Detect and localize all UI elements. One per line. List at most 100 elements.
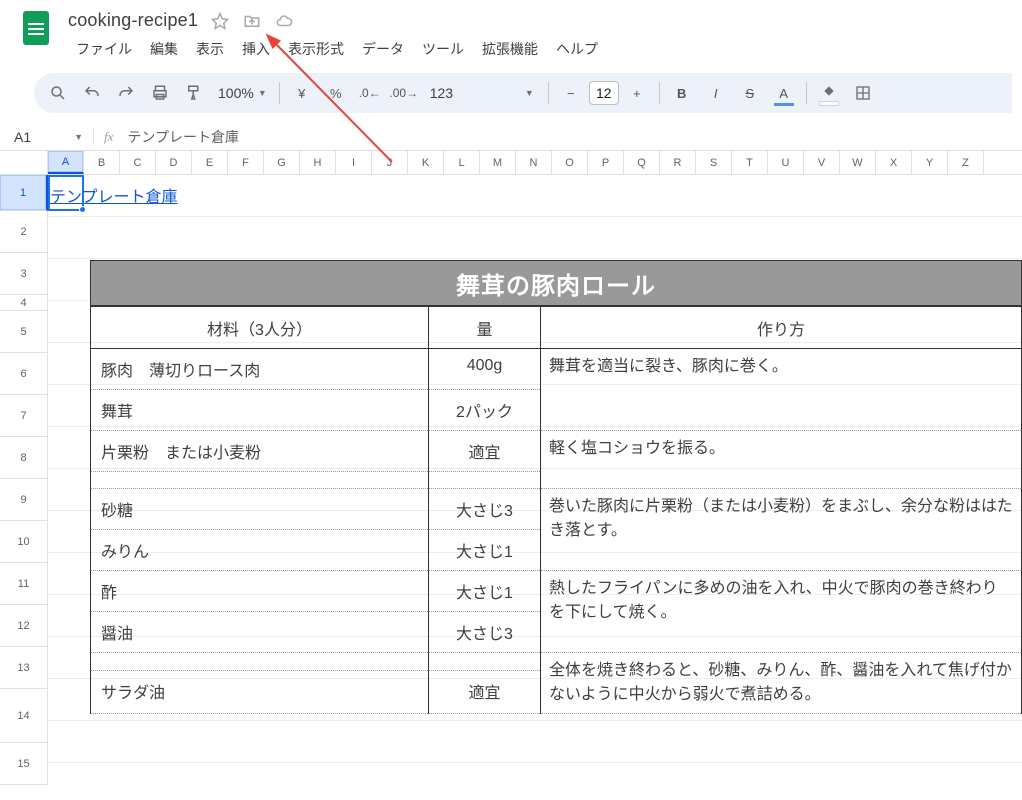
- cells-area[interactable]: テンプレート倉庫 舞茸の豚肉ロール 材料（3人分） 量 作り方 豚肉 薄切りロー…: [48, 175, 1022, 785]
- row-7[interactable]: 7: [0, 395, 48, 437]
- row-1[interactable]: 1: [0, 175, 48, 211]
- col-X[interactable]: X: [876, 151, 912, 174]
- cloud-status-icon[interactable]: [274, 11, 294, 31]
- formula-bar-row: A1▼ fx テンプレート倉庫: [0, 123, 1022, 151]
- increase-decimal-icon[interactable]: .00→: [388, 78, 420, 108]
- row-5[interactable]: 5: [0, 311, 48, 353]
- col-J[interactable]: J: [372, 151, 408, 174]
- fill-color-icon[interactable]: [813, 78, 845, 108]
- col-D[interactable]: D: [156, 151, 192, 174]
- col-E[interactable]: E: [192, 151, 228, 174]
- row-6[interactable]: 6: [0, 353, 48, 395]
- row-12[interactable]: 12: [0, 605, 48, 647]
- col-P[interactable]: P: [588, 151, 624, 174]
- strikethrough-icon[interactable]: S: [734, 78, 766, 108]
- row-8[interactable]: 8: [0, 437, 48, 479]
- percent-icon[interactable]: %: [320, 78, 352, 108]
- menu-format[interactable]: 表示形式: [280, 35, 352, 63]
- document-title[interactable]: cooking-recipe1: [68, 10, 198, 31]
- undo-icon[interactable]: [76, 78, 108, 108]
- fx-icon: fx: [94, 129, 123, 145]
- row-2[interactable]: 2: [0, 211, 48, 253]
- col-S[interactable]: S: [696, 151, 732, 174]
- recipe-row: 酢大さじ1熱したフライパンに多めの油を入れ、中火で豚肉の巻き終わりを下にして焼く…: [91, 571, 1022, 612]
- col-L[interactable]: L: [444, 151, 480, 174]
- row-9[interactable]: 9: [0, 479, 48, 521]
- decrease-decimal-icon[interactable]: .0←: [354, 78, 386, 108]
- recipe-row: 豚肉 薄切りロース肉400g舞茸を適当に裂き、豚肉に巻く。: [91, 349, 1022, 390]
- title-area: cooking-recipe1 ファイル 編集 表示 挿入 表示形式 データ ツ…: [68, 8, 1006, 63]
- col-V[interactable]: V: [804, 151, 840, 174]
- row-4[interactable]: 4: [0, 295, 48, 311]
- row-14[interactable]: 14: [0, 689, 48, 743]
- col-A[interactable]: A: [48, 151, 84, 174]
- name-box-value: A1: [14, 129, 31, 145]
- text-color-icon[interactable]: A: [768, 78, 800, 108]
- col-T[interactable]: T: [732, 151, 768, 174]
- col-N[interactable]: N: [516, 151, 552, 174]
- row-15[interactable]: 15: [0, 743, 48, 785]
- sheets-logo[interactable]: [16, 8, 56, 48]
- col-F[interactable]: F: [228, 151, 264, 174]
- header-instructions: 作り方: [541, 307, 1022, 349]
- font-size-decrease-icon[interactable]: −: [555, 78, 587, 108]
- move-folder-icon[interactable]: [242, 11, 262, 31]
- menu-data[interactable]: データ: [354, 35, 412, 63]
- star-icon[interactable]: [210, 11, 230, 31]
- row-11[interactable]: 11: [0, 563, 48, 605]
- formula-input[interactable]: テンプレート倉庫: [123, 127, 1022, 147]
- menu-insert[interactable]: 挿入: [234, 35, 278, 63]
- row-headers: 1 2 3 4 5 6 7 8 9 10 11 12 13 14 15: [0, 175, 48, 785]
- name-box[interactable]: A1▼: [0, 129, 94, 145]
- menu-edit[interactable]: 編集: [142, 35, 186, 63]
- currency-yen-icon[interactable]: ¥: [286, 78, 318, 108]
- recipe-title: 舞茸の豚肉ロール: [90, 260, 1022, 306]
- col-W[interactable]: W: [840, 151, 876, 174]
- print-icon[interactable]: [144, 78, 176, 108]
- row-3[interactable]: 3: [0, 253, 48, 295]
- col-Z[interactable]: Z: [948, 151, 984, 174]
- col-U[interactable]: U: [768, 151, 804, 174]
- bold-icon[interactable]: B: [666, 78, 698, 108]
- menu-tools[interactable]: ツール: [414, 35, 472, 63]
- redo-icon[interactable]: [110, 78, 142, 108]
- col-B[interactable]: B: [84, 151, 120, 174]
- col-K[interactable]: K: [408, 151, 444, 174]
- number-format-value: 123: [430, 85, 453, 101]
- col-G[interactable]: G: [264, 151, 300, 174]
- col-R[interactable]: R: [660, 151, 696, 174]
- title-bar: cooking-recipe1 ファイル 編集 表示 挿入 表示形式 データ ツ…: [0, 0, 1022, 63]
- row-10[interactable]: 10: [0, 521, 48, 563]
- italic-icon[interactable]: I: [700, 78, 732, 108]
- row-13[interactable]: 13: [0, 647, 48, 689]
- paint-format-icon[interactable]: [178, 78, 210, 108]
- recipe-row: 砂糖大さじ3巻いた豚肉に片栗粉（または小麦粉）をまぶし、余分な粉ははたき落とす。: [91, 489, 1022, 530]
- col-C[interactable]: C: [120, 151, 156, 174]
- zoom-dropdown[interactable]: 100%▼: [212, 85, 273, 101]
- fill-handle[interactable]: [79, 206, 86, 213]
- col-M[interactable]: M: [480, 151, 516, 174]
- font-size-increase-icon[interactable]: +: [621, 78, 653, 108]
- search-menus-icon[interactable]: [42, 78, 74, 108]
- menu-bar: ファイル 編集 表示 挿入 表示形式 データ ツール 拡張機能 ヘルプ: [68, 35, 1006, 63]
- menu-extensions[interactable]: 拡張機能: [474, 35, 546, 63]
- select-all-corner[interactable]: [0, 151, 48, 174]
- recipe-row: 片栗粉 または小麦粉適宜軽く塩コショウを振る。: [91, 431, 1022, 472]
- menu-help[interactable]: ヘルプ: [548, 35, 606, 63]
- col-Q[interactable]: Q: [624, 151, 660, 174]
- col-O[interactable]: O: [552, 151, 588, 174]
- col-I[interactable]: I: [336, 151, 372, 174]
- zoom-value: 100%: [218, 85, 254, 101]
- number-format-dropdown[interactable]: 123▼: [422, 85, 542, 101]
- col-H[interactable]: H: [300, 151, 336, 174]
- selected-cell-outline: [48, 175, 84, 211]
- col-Y[interactable]: Y: [912, 151, 948, 174]
- borders-icon[interactable]: [847, 78, 879, 108]
- menu-view[interactable]: 表示: [188, 35, 232, 63]
- recipe-header-row: 材料（3人分） 量 作り方: [91, 307, 1022, 349]
- font-size-input[interactable]: 12: [589, 81, 619, 105]
- recipe-row: 全体を焼き終わると、砂糖、みりん、酢、醤油を入れて焦げ付かないように中火から弱火…: [91, 653, 1022, 671]
- spreadsheet-grid[interactable]: 1 2 3 4 5 6 7 8 9 10 11 12 13 14 15 テンプレ…: [0, 175, 1022, 785]
- toolbar: 100%▼ ¥ % .0← .00→ 123▼ − 12 + B I S A: [34, 73, 1012, 113]
- menu-file[interactable]: ファイル: [68, 35, 140, 63]
